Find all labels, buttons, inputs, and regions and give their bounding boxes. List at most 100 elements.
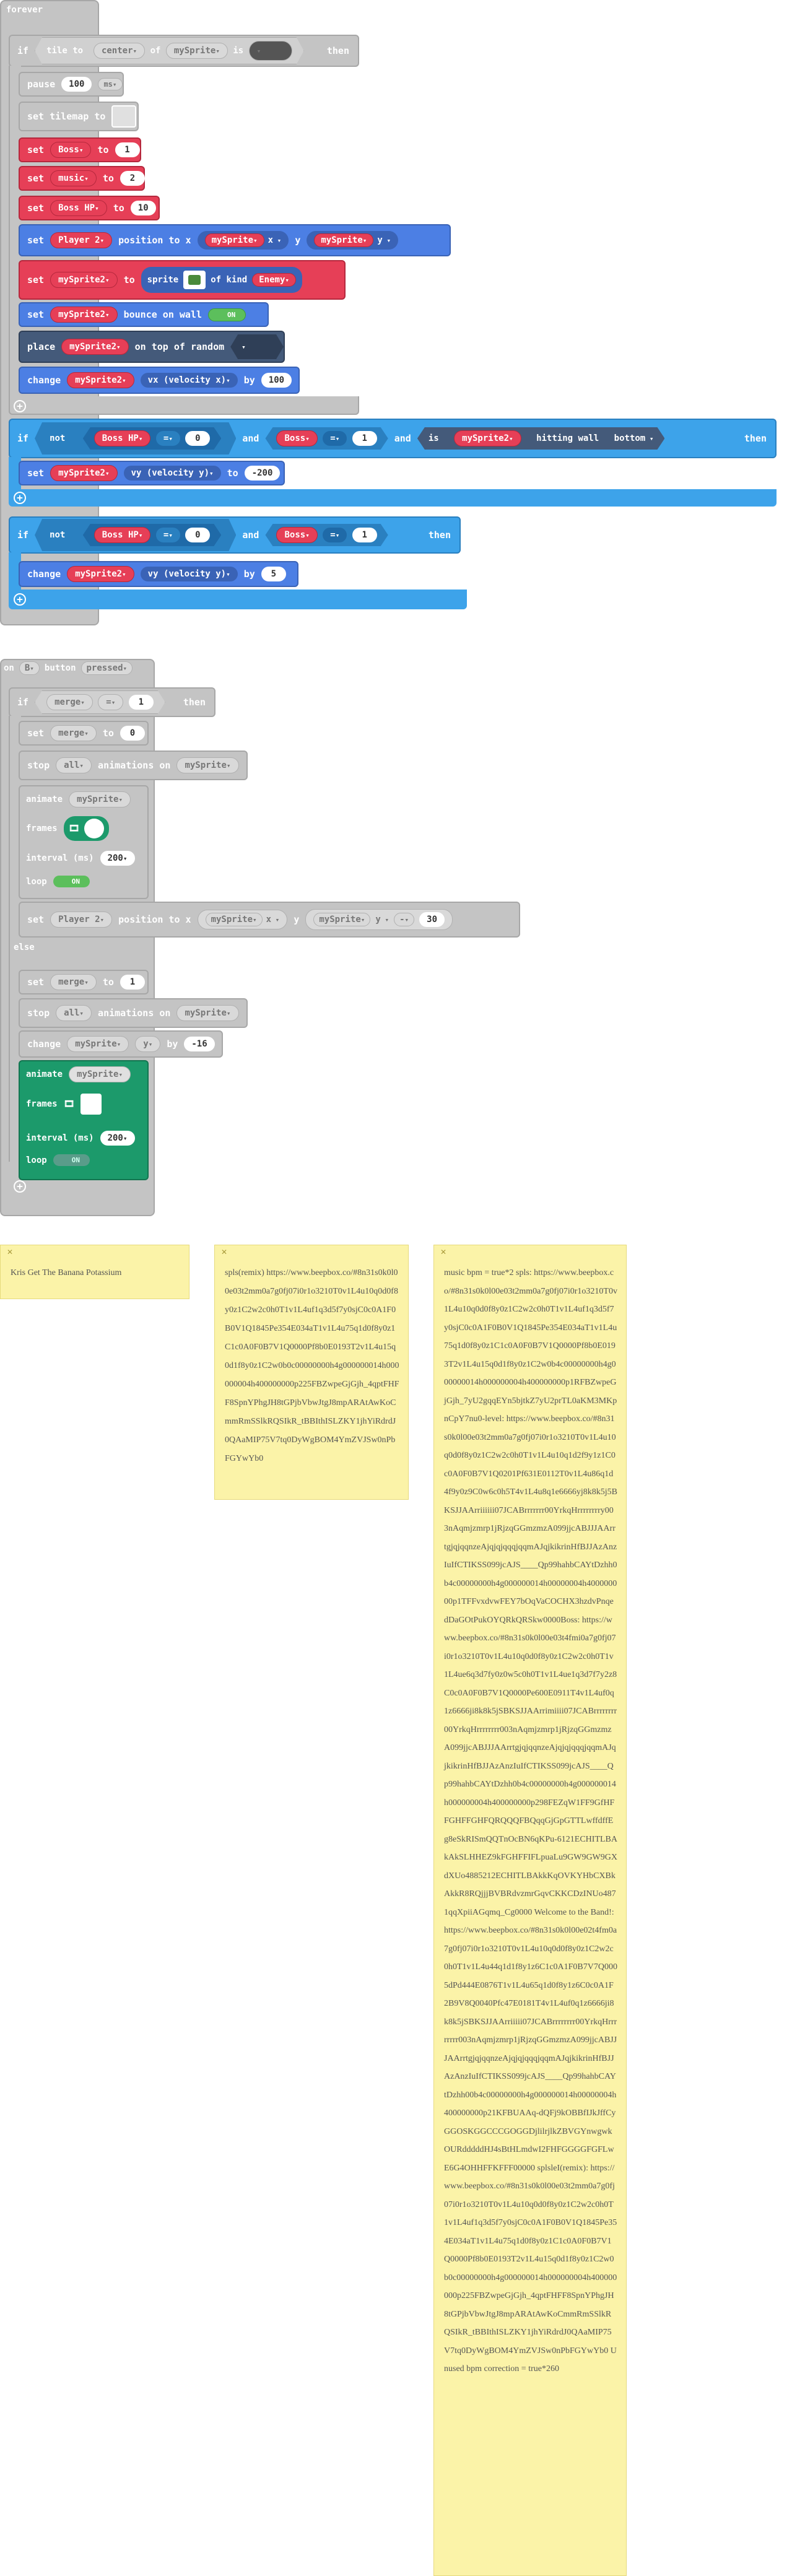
eq-dropdown[interactable]: =	[156, 528, 180, 542]
close-icon[interactable]: ✕	[221, 1248, 227, 1256]
sprite-image-picker[interactable]	[183, 271, 206, 289]
set-boss-block[interactable]: set Boss to 1	[19, 137, 141, 162]
sprite-dropdown[interactable]: mySprite	[176, 1005, 239, 1021]
zero-input[interactable]: 0	[185, 431, 210, 446]
button-dropdown[interactable]: B	[19, 661, 40, 675]
merge-value[interactable]: 0	[120, 726, 145, 741]
player-dropdown[interactable]: Player 2	[50, 232, 113, 248]
player-dropdown[interactable]: Player 2	[50, 912, 113, 928]
comment-note-2[interactable]: ✕ spls(remix) https://www.beepbox.co/#8n…	[214, 1245, 409, 1500]
y-prop[interactable]: y	[377, 235, 391, 245]
boss-compare[interactable]: Boss = 1	[265, 427, 388, 450]
x-prop[interactable]: x	[266, 915, 280, 925]
not-condition[interactable]: not Boss HP = 0	[35, 519, 236, 551]
boss-var[interactable]: Boss	[276, 527, 317, 543]
vx-prop-dropdown[interactable]: vx (velocity x)	[140, 373, 238, 388]
tilemap-picker[interactable]	[111, 105, 137, 128]
if-tile-block[interactable]: if tile to center of mySprite is then	[9, 35, 359, 67]
change-vy-value[interactable]: 5	[261, 567, 286, 581]
on-button-header[interactable]: on B button pressed	[4, 661, 133, 675]
comment-note-3[interactable]: ✕ music bpm = true*2 spls: https://www.b…	[433, 1245, 627, 2576]
loop-toggle[interactable]: ON	[53, 876, 90, 887]
y-expression[interactable]: mySprite y - 30	[305, 909, 453, 930]
pause-input[interactable]: 100	[61, 77, 92, 92]
sprite-dropdown[interactable]: mySprite	[314, 233, 374, 247]
if-merge-block[interactable]: if merge = 1 then	[9, 687, 215, 717]
change-value[interactable]: -16	[184, 1037, 215, 1051]
bounce-block[interactable]: set mySprite2 bounce on wall ON	[19, 302, 269, 327]
sprite-dropdown[interactable]: mySprite	[313, 913, 371, 926]
sprite-dropdown[interactable]: mySprite	[69, 791, 131, 807]
y-prop[interactable]: y	[375, 915, 389, 925]
one-input[interactable]: 1	[352, 528, 377, 542]
offset-value[interactable]: 30	[419, 912, 445, 927]
place-block[interactable]: place mySprite2 on top of random	[19, 331, 285, 363]
music-value-input[interactable]: 2	[120, 171, 145, 186]
side-dropdown[interactable]: bottom	[614, 433, 654, 443]
sprite2-var-dropdown[interactable]: mySprite2	[50, 272, 118, 288]
sprite-dropdown[interactable]: mySprite	[69, 1066, 131, 1082]
remove-else-icon[interactable]: −	[199, 942, 212, 955]
boss-var-dropdown[interactable]: Boss	[50, 142, 92, 158]
one-input[interactable]: 1	[352, 431, 377, 446]
change-y-block[interactable]: change mySprite y by -16	[19, 1030, 223, 1058]
boss-value-input[interactable]: 1	[115, 142, 140, 157]
sprite-dropdown[interactable]: mySprite2	[50, 465, 118, 481]
sprite-dropdown[interactable]: mySprite2	[67, 372, 134, 388]
sprite-dropdown[interactable]: mySprite	[205, 913, 263, 926]
set-tilemap-block[interactable]: set tilemap to	[19, 102, 139, 131]
eq-dropdown[interactable]: =	[323, 528, 347, 542]
boss-compare[interactable]: Boss = 1	[265, 524, 388, 546]
merge-value[interactable]: 1	[129, 695, 154, 710]
close-icon[interactable]: ✕	[7, 1248, 13, 1256]
sprite-dropdown[interactable]: mySprite	[176, 757, 239, 773]
vy-prop-dropdown[interactable]: vy (velocity y)	[140, 567, 238, 581]
set-boss-hp-block[interactable]: set Boss HP to 10	[19, 196, 160, 220]
kind-dropdown[interactable]: Enemy	[252, 273, 297, 287]
prop-dropdown[interactable]: y	[135, 1036, 161, 1052]
add-else-icon[interactable]: +	[14, 492, 26, 504]
vy-prop-dropdown[interactable]: vy (velocity y)	[123, 466, 221, 481]
set-sprite2-block[interactable]: set mySprite2 to sprite of kind Enemy	[19, 260, 346, 300]
change-vy-block[interactable]: change mySprite2 vy (velocity y) by 5	[19, 561, 298, 587]
boss-hp-var-dropdown[interactable]: Boss HP	[50, 200, 107, 216]
sprite-dropdown[interactable]: mySprite	[204, 233, 264, 247]
which-dropdown[interactable]: all	[56, 1005, 92, 1021]
merge-compare[interactable]: merge = 1	[35, 690, 165, 714]
add-else-icon[interactable]: +	[14, 1180, 26, 1193]
comment-note-1[interactable]: ✕ Kris Get The Banana Potassium	[0, 1245, 189, 1299]
bosshp-compare[interactable]: Boss HP = 0	[83, 427, 222, 450]
eq-dropdown[interactable]: =	[98, 694, 123, 710]
add-else-icon[interactable]: +	[14, 593, 26, 606]
sprite-dropdown[interactable]: mySprite2	[67, 566, 134, 582]
event-dropdown[interactable]: pressed	[80, 661, 133, 675]
center-dropdown[interactable]: center	[94, 43, 145, 59]
add-else-icon[interactable]: +	[14, 400, 26, 412]
pause-unit-dropdown[interactable]: ms	[98, 78, 123, 90]
tile-condition[interactable]: tile to center of mySprite is	[35, 37, 304, 64]
interval-input[interactable]: 200	[100, 1131, 135, 1146]
set-position-block[interactable]: set Player 2 position to x mySprite x y …	[19, 224, 451, 256]
eq-dropdown[interactable]: =	[323, 431, 347, 446]
sprite-dropdown[interactable]: mySprite2	[50, 307, 118, 323]
frames-picker[interactable]: 🎞	[63, 816, 110, 841]
sprite-create-reporter[interactable]: sprite of kind Enemy	[141, 267, 303, 293]
stop-animations-block[interactable]: stop all animations on mySprite	[19, 998, 248, 1028]
sprite-dropdown[interactable]: mySprite2	[454, 430, 521, 446]
x-prop[interactable]: x	[268, 235, 282, 245]
if-boss-block[interactable]: if not Boss HP = 0 and Boss = 1 then	[9, 516, 461, 554]
which-dropdown[interactable]: all	[56, 757, 92, 773]
zero-input[interactable]: 0	[185, 528, 210, 542]
not-condition[interactable]: not Boss HP = 0	[35, 422, 236, 455]
frame-thumbnail-icon[interactable]	[80, 1094, 102, 1115]
music-var-dropdown[interactable]: music	[50, 170, 97, 186]
merge-value[interactable]: 1	[120, 975, 145, 990]
loop-toggle[interactable]: ON	[53, 1154, 90, 1166]
sprite-dropdown[interactable]: mySprite	[166, 43, 228, 59]
bosshp-var[interactable]: Boss HP	[94, 430, 151, 446]
tile-kind-dropdown[interactable]	[230, 334, 284, 359]
set-merge-1-block[interactable]: set merge to 1	[19, 970, 149, 994]
interval-input[interactable]: 200	[100, 851, 135, 866]
merge-var[interactable]: merge	[50, 974, 97, 990]
x-reporter[interactable]: mySprite x	[197, 231, 289, 250]
